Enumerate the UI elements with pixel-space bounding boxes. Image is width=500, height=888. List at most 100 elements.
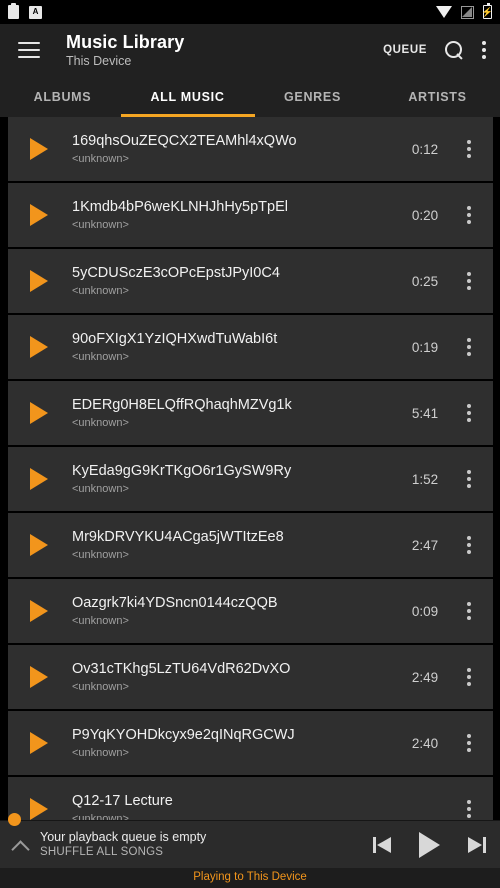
song-title: 90oFXIgX1YzIQHXwdTuWabI6t [72, 330, 278, 347]
row-kebab-menu-icon[interactable] [467, 536, 471, 554]
song-title: 5yCDUSczE3cOPcEpstJPyI0C4 [72, 264, 280, 281]
kebab-dot [467, 220, 471, 224]
row-kebab-menu-icon[interactable] [467, 470, 471, 488]
tab-genres[interactable]: GENRES [250, 76, 375, 117]
play-icon[interactable] [30, 534, 48, 556]
queue-button[interactable]: QUEUE [383, 44, 427, 56]
song-duration: 2:49 [411, 669, 439, 685]
row-kebab-menu-icon[interactable] [467, 404, 471, 422]
kebab-dot [467, 147, 471, 151]
search-icon[interactable] [445, 40, 464, 60]
song-meta: Mr9kDRVYKU4ACga5jWTItzEe8 <unknown> [72, 528, 401, 563]
kebab-dot [467, 748, 471, 752]
hamburger-bar [18, 42, 40, 44]
skip-previous-icon[interactable] [373, 836, 395, 854]
song-duration: 0:25 [411, 273, 439, 289]
song-row[interactable]: 90oFXIgX1YzIQHXwdTuWabI6t <unknown> 0:19 [8, 315, 493, 381]
play-icon[interactable] [30, 402, 48, 424]
toolbar-actions: QUEUE [383, 40, 486, 60]
kebab-dot [467, 800, 471, 804]
kebab-dot [482, 41, 486, 45]
row-kebab-menu-icon[interactable] [467, 206, 471, 224]
play-icon[interactable] [30, 270, 48, 292]
song-artist: <unknown> [72, 350, 129, 363]
song-row[interactable]: P9YqKYOHDkcyx9e2qINqRGCWJ <unknown> 2:40 [8, 711, 493, 777]
song-row[interactable]: 169qhsOuZEQCX2TEAMhl4xQWo <unknown> 0:12 [8, 117, 493, 183]
song-row[interactable]: KyEda9gG9KrTKgO6r1GySW9Ry <unknown> 1:52 [8, 447, 493, 513]
status-bar-notifications: A [8, 3, 42, 19]
play-icon[interactable] [30, 600, 48, 622]
progress-handle[interactable] [8, 813, 21, 826]
song-artist: <unknown> [72, 218, 129, 231]
kebab-dot [482, 55, 486, 59]
play-icon[interactable] [419, 831, 440, 858]
play-icon[interactable] [30, 666, 48, 688]
kebab-dot [467, 814, 471, 818]
shuffle-all-songs-label[interactable]: SHUFFLE ALL SONGS [40, 845, 373, 860]
playing-to-device-strip[interactable]: Playing to This Device [0, 868, 500, 888]
tab-all-music[interactable]: ALL MUSIC [125, 76, 250, 117]
tab-artists[interactable]: ARTISTS [375, 76, 500, 117]
song-row[interactable]: Ov31cTKhg5LzTU64VdR62DvXO <unknown> 2:49 [8, 645, 493, 711]
kebab-dot [467, 279, 471, 283]
song-row[interactable]: Oazgrk7ki4YDSncn0144czQQB <unknown> 0:09 [8, 579, 493, 645]
hamburger-icon[interactable] [18, 42, 40, 58]
row-kebab-menu-icon[interactable] [467, 734, 471, 752]
song-meta: Ov31cTKhg5LzTU64VdR62DvXO <unknown> [72, 660, 401, 695]
song-duration: 0:19 [411, 339, 439, 355]
mini-player-info[interactable]: Your playback queue is empty SHUFFLE ALL… [40, 829, 373, 860]
song-meta: Oazgrk7ki4YDSncn0144czQQB <unknown> [72, 594, 401, 629]
mini-player-bar: Your playback queue is empty SHUFFLE ALL… [0, 820, 500, 868]
song-meta: EDERg0H8ELQffRQhaqhMZVg1k <unknown> [72, 396, 401, 431]
song-row[interactable]: EDERg0H8ELQffRQhaqhMZVg1k <unknown> 5:41 [8, 381, 493, 447]
play-icon[interactable] [30, 336, 48, 358]
battery-bolt-glyph: ⚡ [481, 6, 494, 17]
song-duration: 0:20 [411, 207, 439, 223]
kebab-dot [467, 272, 471, 276]
song-title: EDERg0H8ELQffRQhaqhMZVg1k [72, 396, 292, 413]
play-icon[interactable] [30, 204, 48, 226]
kebab-dot [467, 338, 471, 342]
kebab-dot [467, 484, 471, 488]
tab-label: ALBUMS [33, 89, 92, 104]
row-kebab-menu-icon[interactable] [467, 602, 471, 620]
play-icon[interactable] [30, 138, 48, 160]
kebab-dot [467, 470, 471, 474]
battery-charging-icon: ⚡ [481, 3, 494, 19]
row-kebab-menu-icon[interactable] [467, 668, 471, 686]
song-row[interactable]: 5yCDUSczE3cOPcEpstJPyI0C4 <unknown> 0:25 [8, 249, 493, 315]
play-icon[interactable] [30, 798, 48, 820]
song-title: Ov31cTKhg5LzTU64VdR62DvXO [72, 660, 291, 677]
skip-next-icon[interactable] [464, 836, 486, 854]
song-list[interactable]: 169qhsOuZEQCX2TEAMhl4xQWo <unknown> 0:12 1K… [0, 117, 500, 888]
row-kebab-menu-icon[interactable] [467, 272, 471, 290]
song-row[interactable]: 1Kmdb4bP6weKLNHJhHy5pTpEl <unknown> 0:20 [8, 183, 493, 249]
tab-albums[interactable]: ALBUMS [0, 76, 125, 117]
song-artist: <unknown> [72, 548, 129, 561]
row-kebab-menu-icon[interactable] [467, 800, 471, 818]
kebab-dot [467, 286, 471, 290]
kebab-dot [467, 609, 471, 613]
clipboard-icon [8, 3, 19, 19]
kebab-dot [467, 213, 471, 217]
song-title: Oazgrk7ki4YDSncn0144czQQB [72, 594, 278, 611]
wifi-icon [436, 6, 452, 18]
row-kebab-menu-icon[interactable] [467, 338, 471, 356]
chevron-up-icon[interactable] [10, 834, 32, 856]
song-artist: <unknown> [72, 416, 129, 429]
play-icon[interactable] [30, 732, 48, 754]
kebab-dot [467, 477, 471, 481]
song-title: Mr9kDRVYKU4ACga5jWTItzEe8 [72, 528, 284, 545]
kebab-dot [467, 140, 471, 144]
song-duration: 2:47 [411, 537, 439, 553]
song-row[interactable]: Mr9kDRVYKU4ACga5jWTItzEe8 <unknown> 2:47 [8, 513, 493, 579]
page-subtitle: This Device [66, 53, 132, 68]
play-icon[interactable] [30, 468, 48, 490]
row-kebab-menu-icon[interactable] [467, 140, 471, 158]
song-artist: <unknown> [72, 680, 129, 693]
library-tab-bar: ALBUMS ALL MUSIC GENRES ARTISTS [0, 76, 500, 117]
song-artist: <unknown> [72, 284, 129, 297]
kebab-menu-icon[interactable] [482, 41, 486, 59]
status-bar-system-icons: ⚡ [436, 3, 494, 19]
kebab-dot [467, 543, 471, 547]
